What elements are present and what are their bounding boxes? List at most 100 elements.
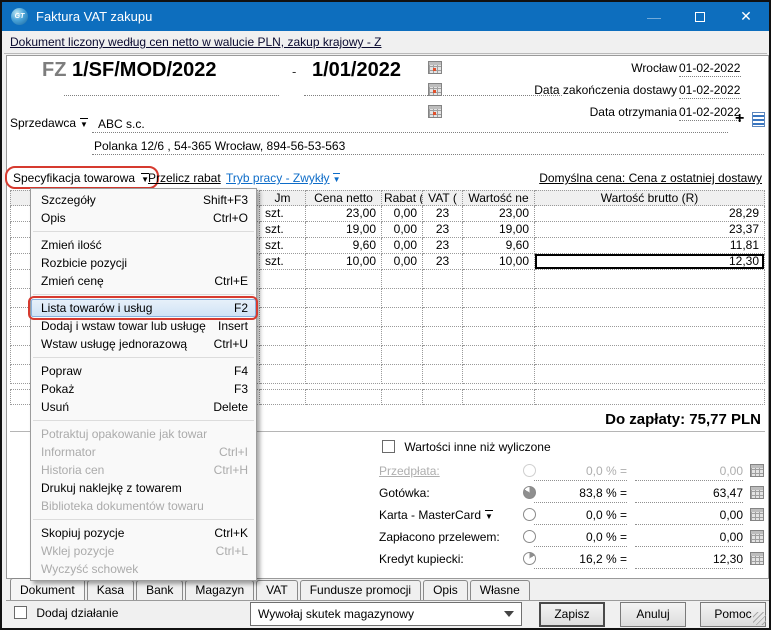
menu-item-shortcut: F4 <box>234 362 248 380</box>
column-header[interactable]: Jm <box>260 190 306 206</box>
context-menu-item[interactable]: Dodaj i wstaw towar lub usługęInsert <box>31 317 256 335</box>
tab-vat[interactable]: VAT <box>256 580 298 600</box>
calculator-icon[interactable] <box>750 508 764 521</box>
contractor-list-icon[interactable] <box>752 112 765 127</box>
payment-label[interactable]: Przedpłata: <box>379 464 440 478</box>
payment-amount-field[interactable]: 0,00 <box>635 508 743 525</box>
item-value-cell[interactable]: 23,37 <box>535 222 765 238</box>
received-date-field[interactable]: 01-02-2022 <box>679 105 741 121</box>
context-menu-item[interactable]: PoprawF4 <box>31 362 256 380</box>
calculator-icon[interactable] <box>750 486 764 499</box>
context-menu-item[interactable]: UsuńDelete <box>31 398 256 416</box>
context-menu-item[interactable]: Rozbicie pozycji <box>31 254 256 272</box>
context-menu-item[interactable]: Zmień ilość <box>31 236 256 254</box>
warehouse-effect-select[interactable]: Wywołaj skutek magazynowy <box>250 602 522 626</box>
payment-amount-field[interactable]: 0,00 <box>635 464 743 481</box>
tab-własne[interactable]: Własne <box>470 580 530 600</box>
context-menu-item[interactable]: PokażF3 <box>31 380 256 398</box>
item-value-cell[interactable]: 23 <box>423 238 463 254</box>
doc-type-link[interactable]: Dokument liczony według cen netto w walu… <box>10 35 382 49</box>
item-value-cell[interactable]: 10,00 <box>463 254 535 270</box>
calculator-icon[interactable] <box>750 552 764 565</box>
payment-percent-field[interactable]: 0,0 % = <box>534 508 627 525</box>
save-button[interactable]: Zapisz <box>539 602 605 627</box>
calculator-icon[interactable] <box>750 530 764 543</box>
spec-menu-button[interactable]: Specyfikacja towarowa▼ <box>5 166 159 189</box>
item-value-cell[interactable]: 9,60 <box>306 238 382 254</box>
menu-separator <box>33 231 254 232</box>
default-price-link[interactable]: Domyślna cena: Cena z ostatniej dostawy <box>539 171 762 185</box>
item-value-cell[interactable]: 28,29 <box>535 206 765 222</box>
payment-amount-field[interactable]: 0,00 <box>635 530 743 547</box>
item-value-cell[interactable]: 9,60 <box>463 238 535 254</box>
payment-percent-field[interactable]: 83,8 % = <box>534 486 627 503</box>
column-header[interactable]: VAT ( <box>423 190 463 206</box>
empty-cell <box>535 270 765 289</box>
item-value-cell[interactable]: 0,00 <box>382 206 423 222</box>
menu-item-label: Skopiuj pozycje <box>41 524 124 542</box>
add-action-checkbox[interactable] <box>14 606 27 619</box>
payment-percent-field[interactable]: 0,0 % = <box>534 530 627 547</box>
payment-percent-field[interactable]: 16,2 % = <box>534 552 627 569</box>
payment-amount-field[interactable]: 63,47 <box>635 486 743 503</box>
item-value-cell[interactable]: szt. <box>260 238 306 254</box>
payment-label[interactable]: Karta - MasterCard▼ <box>379 508 493 522</box>
context-menu-item[interactable]: Drukuj naklejkę z towarem <box>31 479 256 497</box>
column-header[interactable]: Cena netto <box>306 190 382 206</box>
calendar-icon[interactable] <box>428 61 442 74</box>
item-value-cell[interactable]: 23,00 <box>463 206 535 222</box>
item-value-cell[interactable]: 19,00 <box>306 222 382 238</box>
calendar-icon[interactable] <box>428 105 442 118</box>
context-menu-item[interactable]: Zmień cenęCtrl+E <box>31 272 256 290</box>
payment-amount-field[interactable]: 12,30 <box>635 552 743 569</box>
tab-bank[interactable]: Bank <box>136 580 183 600</box>
item-value-cell[interactable]: 12,30 <box>535 254 765 270</box>
context-menu-item[interactable]: Skopiuj pozycjeCtrl+K <box>31 524 256 542</box>
other-values-checkbox[interactable] <box>382 440 395 453</box>
work-mode-link[interactable]: Tryb pracy - Zwykły▼ <box>226 171 340 185</box>
context-menu-item[interactable]: Lista towarów i usługF2 <box>31 299 256 317</box>
item-value-cell[interactable]: 0,00 <box>382 254 423 270</box>
column-header[interactable]: Rabat ( <box>382 190 423 206</box>
item-value-cell[interactable]: szt. <box>260 206 306 222</box>
tab-magazyn[interactable]: Magazyn <box>185 580 254 600</box>
document-secondary-number-field[interactable]: 1/01/2022 <box>312 59 401 82</box>
seller-name-field[interactable]: ABC s.c. <box>98 117 145 131</box>
item-value-cell[interactable]: szt. <box>260 222 306 238</box>
item-value-cell[interactable]: 19,00 <box>463 222 535 238</box>
item-value-cell[interactable]: 0,00 <box>382 238 423 254</box>
payment-percent-field[interactable]: 0,0 % = <box>534 464 627 481</box>
resize-grip[interactable] <box>753 612 766 625</box>
item-value-cell[interactable]: 0,00 <box>382 222 423 238</box>
item-value-cell[interactable]: 11,81 <box>535 238 765 254</box>
maximize-button[interactable] <box>677 2 723 31</box>
recalc-discount-link[interactable]: Przelicz rabat <box>148 171 221 185</box>
cancel-button[interactable]: Anuluj <box>620 602 686 627</box>
item-value-cell[interactable]: 23 <box>423 254 463 270</box>
calculator-icon[interactable] <box>750 464 764 477</box>
tab-fundusze-promocji[interactable]: Fundusze promocji <box>300 580 421 600</box>
seller-address-field[interactable]: Polanka 12/6 , 54-365 Wrocław, 894-56-53… <box>94 139 345 153</box>
item-value-cell[interactable]: szt. <box>260 254 306 270</box>
item-value-cell[interactable]: 23,00 <box>306 206 382 222</box>
tab-kasa[interactable]: Kasa <box>87 580 134 600</box>
delivery-end-date-field[interactable]: 01-02-2022 <box>679 83 741 99</box>
context-menu-item[interactable]: OpisCtrl+O <box>31 209 256 227</box>
tab-opis[interactable]: Opis <box>423 580 468 600</box>
context-menu-item[interactable]: Wstaw usługę jednorazowąCtrl+U <box>31 335 256 353</box>
context-menu-item[interactable]: SzczegółyShift+F3 <box>31 191 256 209</box>
issue-date-field[interactable]: 01-02-2022 <box>679 61 741 77</box>
add-contractor-icon[interactable]: + <box>735 112 744 126</box>
seller-dropdown-icon[interactable]: ▼ <box>80 118 88 129</box>
document-number-field[interactable]: 1/SF/MOD/2022 <box>72 59 217 82</box>
item-value-cell[interactable]: 23 <box>423 206 463 222</box>
menu-item-shortcut: Ctrl+I <box>219 443 248 461</box>
column-header[interactable]: Wartość brutto (R) <box>535 190 765 206</box>
calendar-icon[interactable] <box>428 83 442 96</box>
column-header[interactable]: Wartość ne <box>463 190 535 206</box>
close-button[interactable]: ✕ <box>723 2 769 31</box>
tab-dokument[interactable]: Dokument <box>10 578 85 600</box>
context-menu-item: Potraktuj opakowanie jak towar <box>31 425 256 443</box>
item-value-cell[interactable]: 10,00 <box>306 254 382 270</box>
item-value-cell[interactable]: 23 <box>423 222 463 238</box>
